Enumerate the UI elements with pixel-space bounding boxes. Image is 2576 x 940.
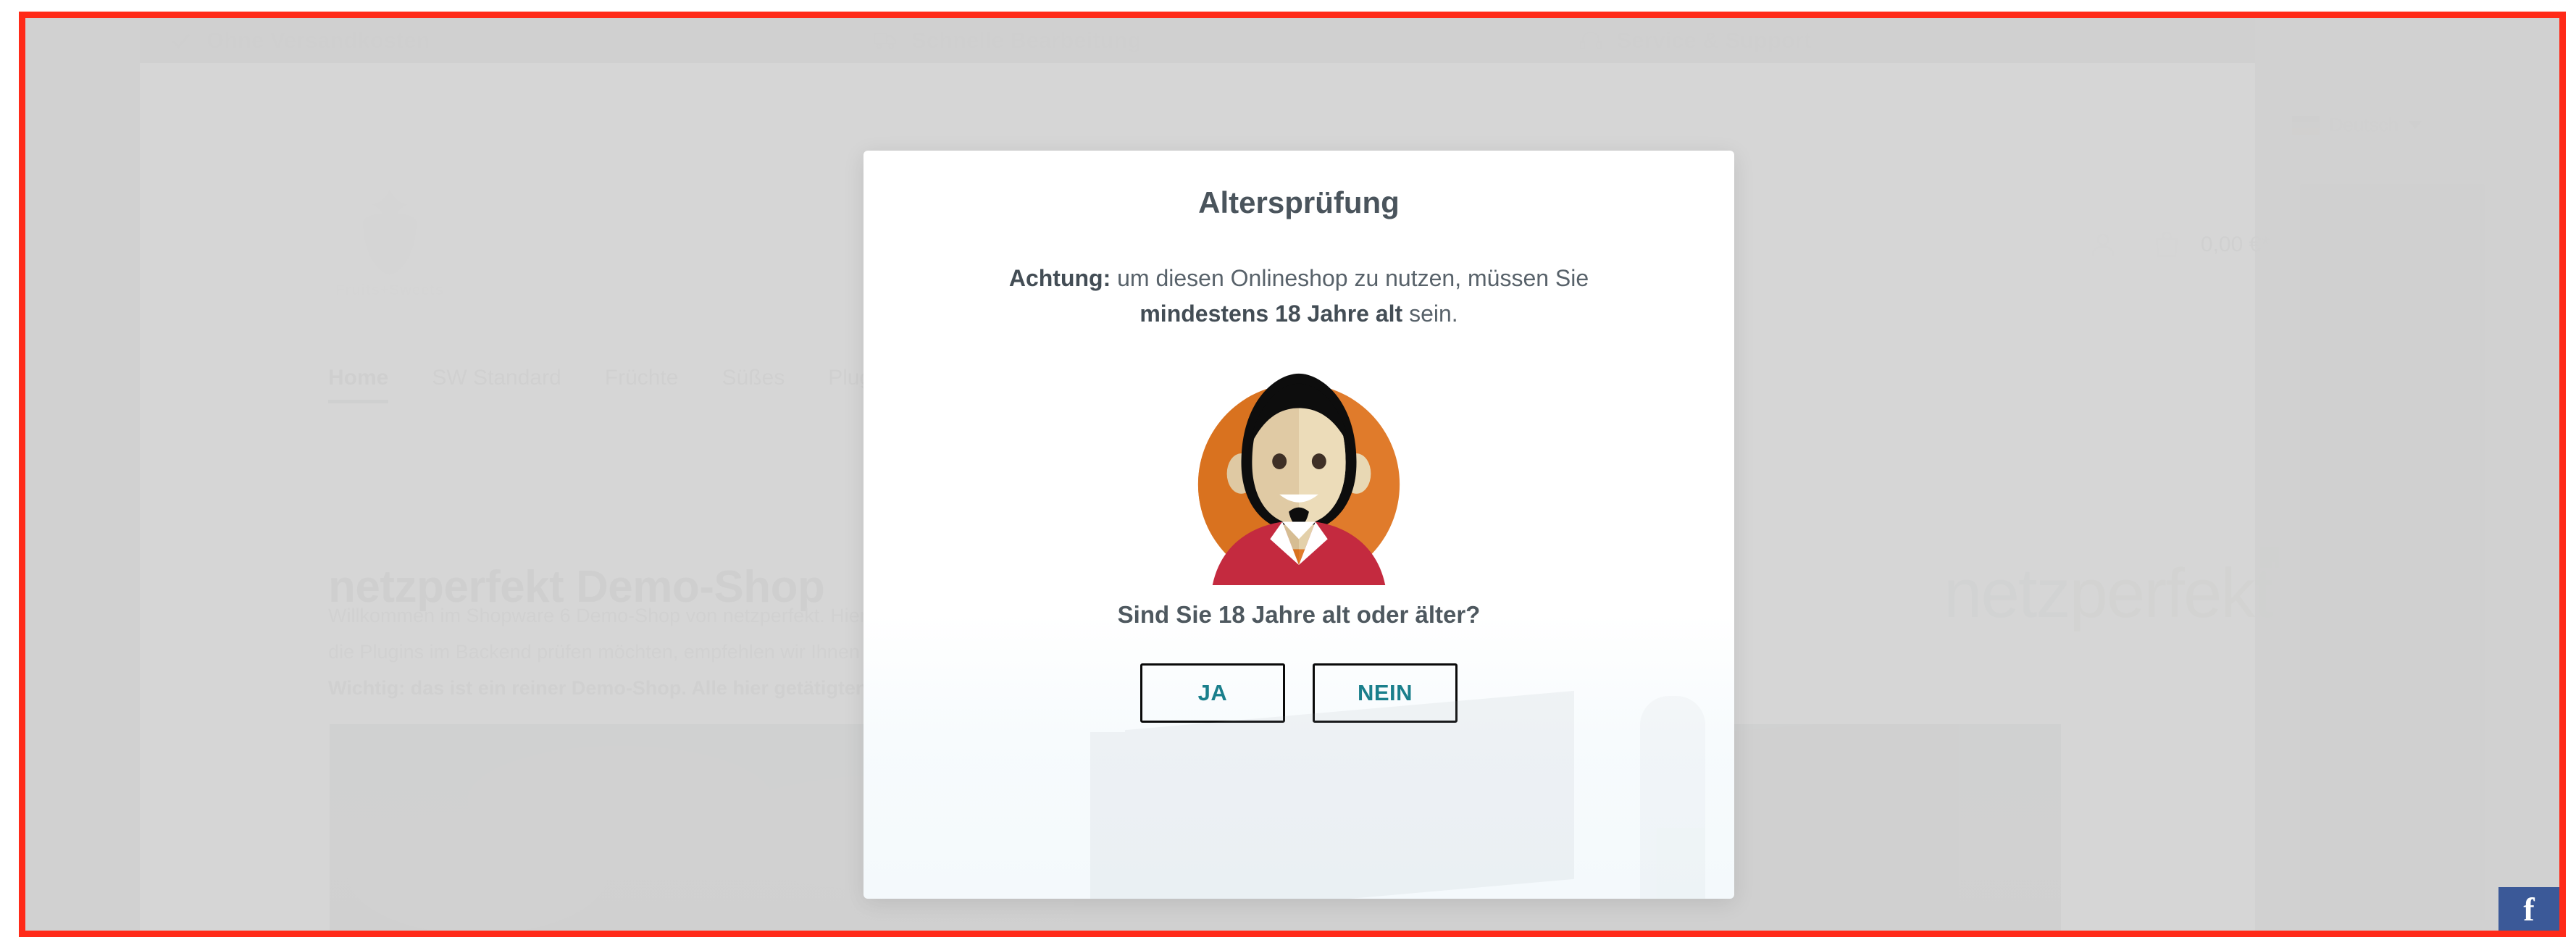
age-confirm-yes-button[interactable]: JA	[1140, 663, 1285, 723]
facebook-icon[interactable]: f	[2498, 887, 2559, 931]
support-agent-avatar-icon	[1184, 355, 1414, 585]
age-verification-modal: Altersprüfung Achtung: um diesen Onlines…	[863, 151, 1734, 899]
modal-warning-text: Achtung: um diesen Onlineshop zu nutzen,…	[980, 261, 1618, 332]
modal-question: Sind Sie 18 Jahre alt oder älter?	[1117, 601, 1481, 628]
warning-bold-attention: Achtung:	[1008, 265, 1111, 291]
modal-title: Altersprüfung	[1198, 185, 1400, 219]
shop-page: Ohne Versandkosten Schnelle Bearbeitung …	[25, 18, 2559, 931]
warning-bold-age: mindestens 18 Jahre alt	[1139, 301, 1403, 327]
age-confirm-no-button[interactable]: NEIN	[1313, 663, 1458, 723]
browser-viewport-frame: Ohne Versandkosten Schnelle Bearbeitung …	[19, 12, 2566, 937]
modal-actions: JA NEIN	[863, 663, 1734, 723]
warning-text-1: um diesen Onlineshop zu nutzen, müssen S…	[1111, 265, 1589, 291]
warning-text-2: sein.	[1402, 301, 1458, 327]
